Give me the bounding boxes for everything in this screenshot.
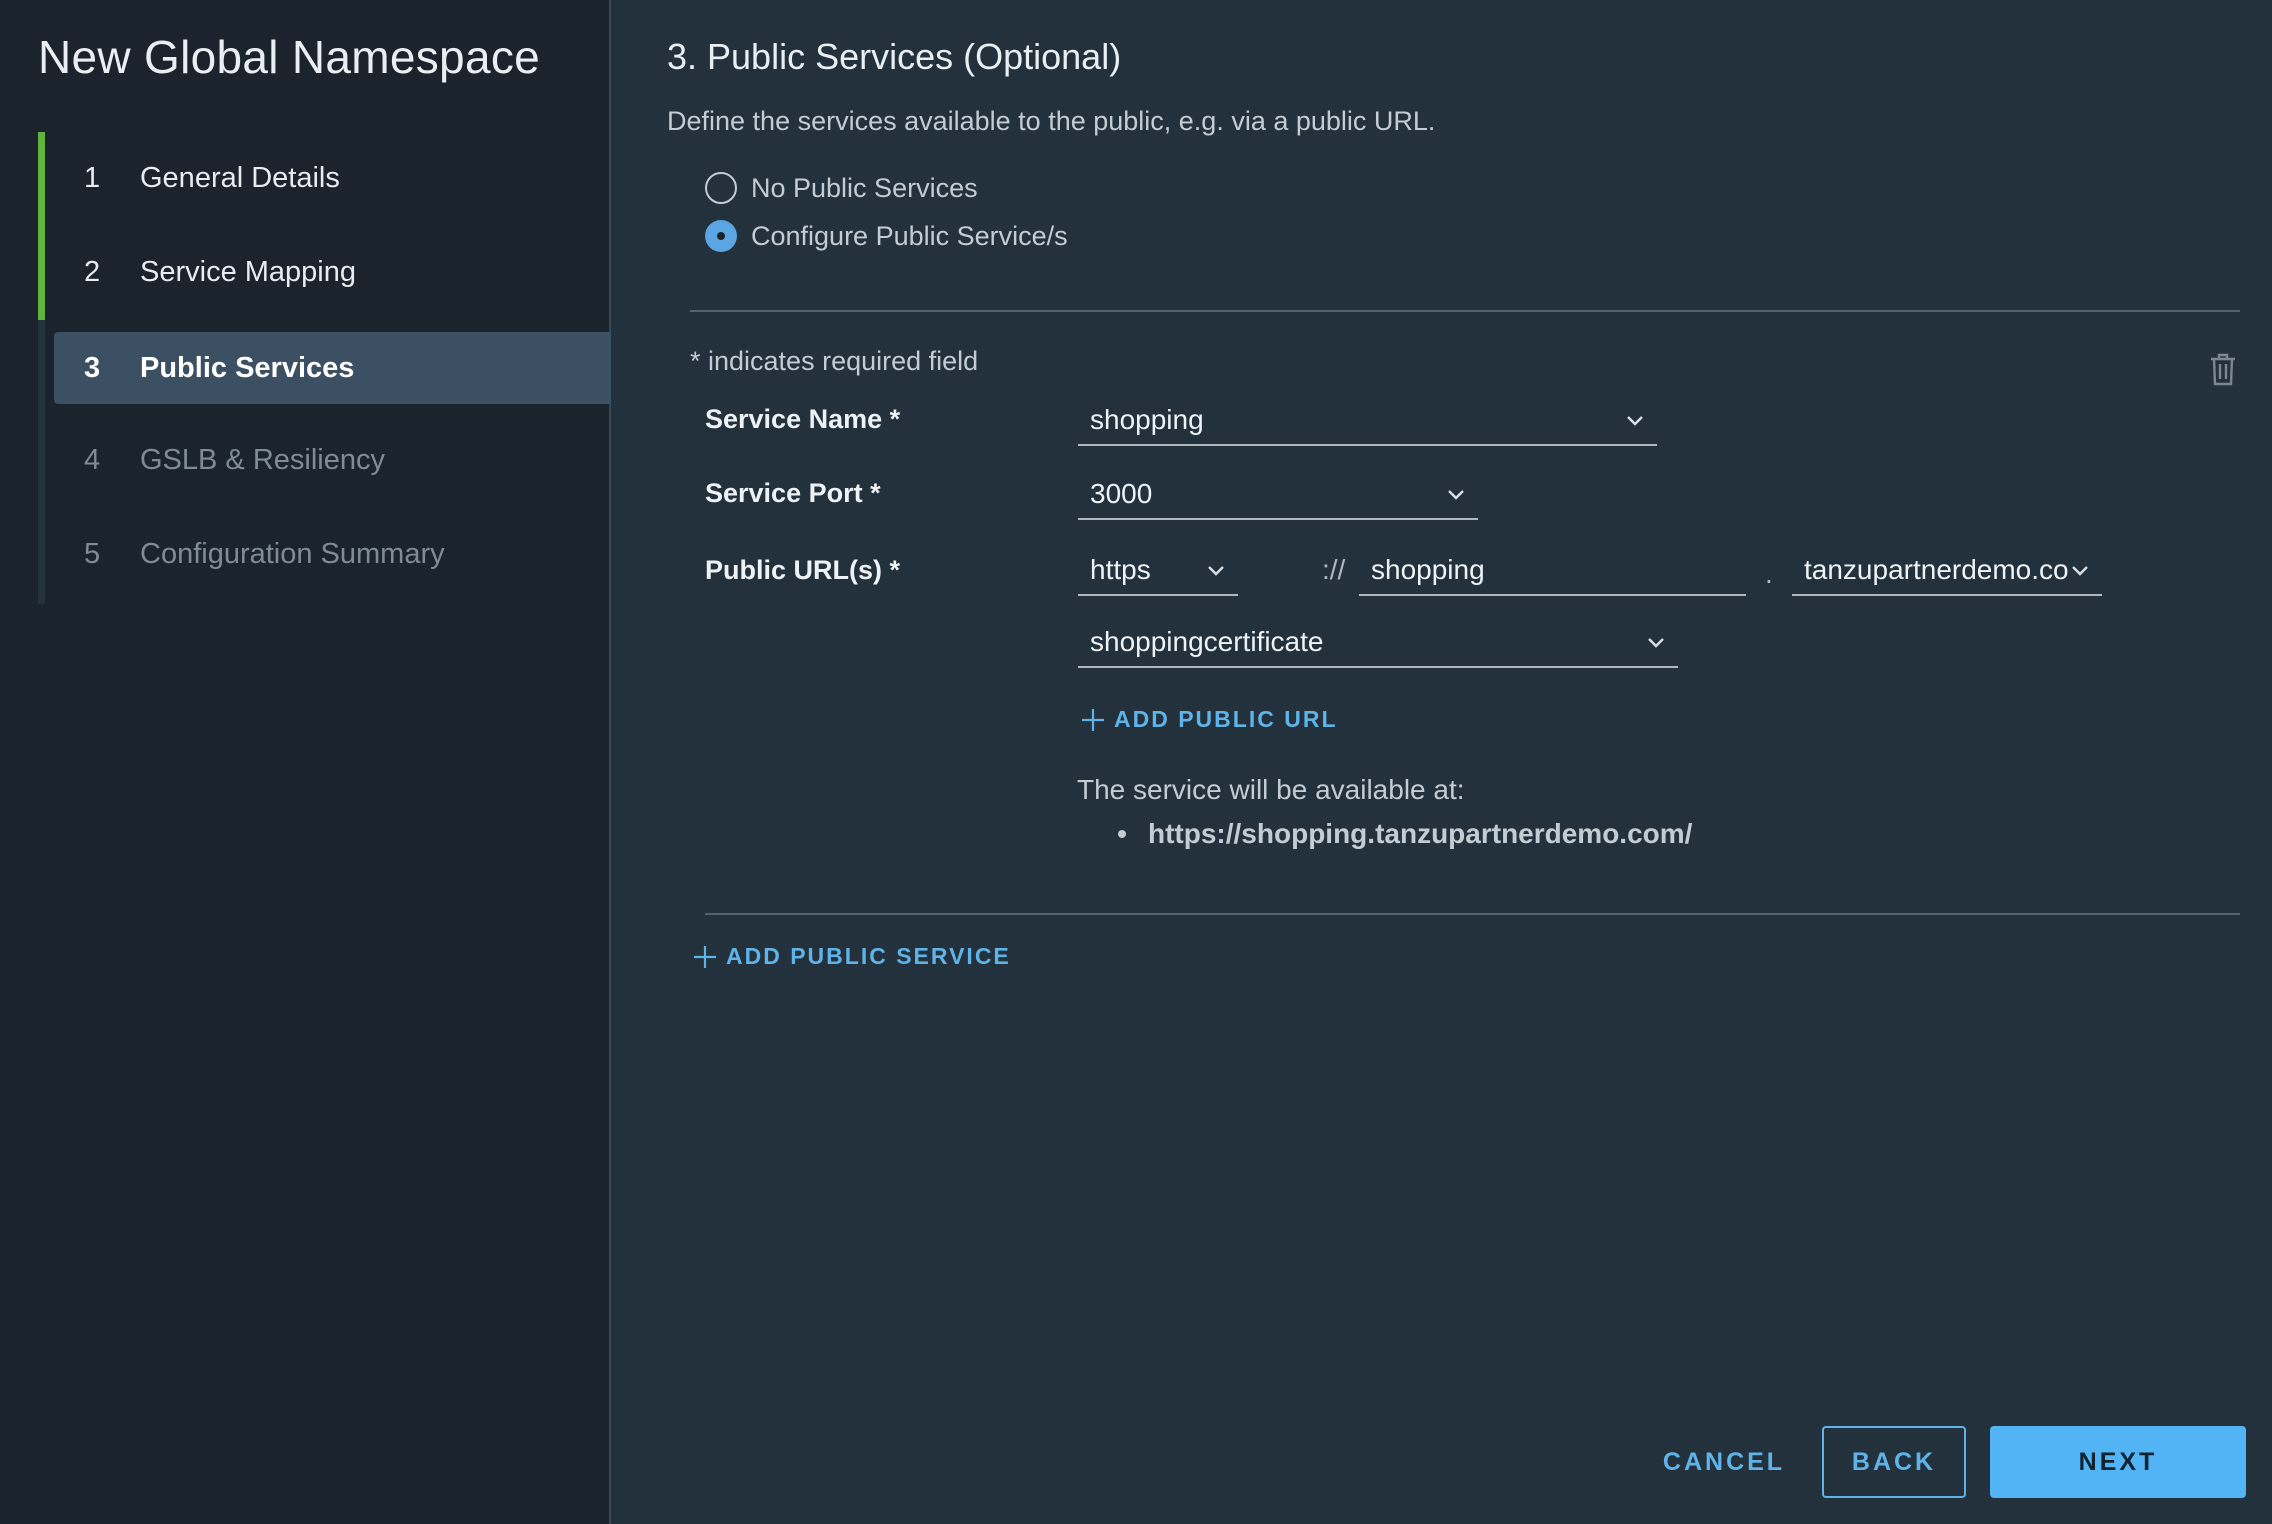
step-label: GSLB & Resiliency — [140, 443, 385, 476]
service-port-select[interactable]: 3000 — [1078, 470, 1478, 520]
page-title: 3. Public Services (Optional) — [667, 36, 1122, 77]
step-service-mapping[interactable]: 2 Service Mapping — [54, 236, 611, 308]
subdomain-input[interactable]: shopping — [1359, 546, 1746, 596]
wizard-title: New Global Namespace — [38, 31, 541, 83]
add-public-url-button[interactable]: ADD PUBLIC URL — [1080, 706, 1338, 733]
chevron-down-icon — [1648, 638, 1664, 648]
radio-no-public-services[interactable]: No Public Services — [705, 172, 978, 204]
available-url-item: https://shopping.tanzupartnerdemo.com/ — [1118, 818, 1692, 850]
certificate-select[interactable]: shoppingcertificate — [1078, 618, 1678, 668]
service-name-label: Service Name * — [705, 404, 901, 434]
wizard-sidebar: New Global Namespace 1 General Details 2… — [0, 0, 611, 1524]
step-progress-completed — [38, 132, 45, 320]
certificate-value: shoppingcertificate — [1090, 626, 1324, 657]
public-url-label: Public URL(s) * — [705, 555, 901, 585]
available-url: https://shopping.tanzupartnerdemo.com/ — [1148, 818, 1693, 849]
protocol-select[interactable]: https — [1078, 546, 1238, 596]
chevron-down-icon — [1208, 566, 1224, 576]
plus-icon — [1082, 708, 1104, 731]
step-configuration-summary: 5 Configuration Summary — [54, 518, 611, 590]
subdomain-value: shopping — [1371, 554, 1485, 585]
add-public-url-label: ADD PUBLIC URL — [1114, 706, 1338, 732]
service-name-select[interactable]: shopping — [1078, 396, 1657, 446]
radio-checked-icon[interactable] — [705, 220, 737, 252]
scheme-separator: :// — [1322, 554, 1346, 585]
step-number: 4 — [84, 443, 101, 476]
chevron-down-icon — [1627, 416, 1643, 426]
domain-select[interactable]: tanzupartnerdemo.com — [1792, 546, 2102, 596]
plus-icon — [694, 945, 716, 968]
back-button[interactable]: BACK — [1822, 1426, 1966, 1498]
step-number: 1 — [84, 161, 101, 194]
next-button[interactable]: NEXT — [1990, 1426, 2246, 1498]
page-description: Define the services available to the pub… — [667, 106, 1436, 136]
step-label: Configuration Summary — [140, 537, 445, 570]
step-number: 2 — [84, 255, 101, 288]
step-general-details[interactable]: 1 General Details — [54, 142, 611, 214]
step-number: 3 — [84, 351, 101, 384]
add-public-service-label: ADD PUBLIC SERVICE — [726, 943, 1011, 969]
radio-configure-public-services[interactable]: Configure Public Service/s — [705, 220, 1068, 252]
dot-separator: . — [1765, 558, 1773, 589]
protocol-value: https — [1090, 554, 1151, 585]
step-public-services[interactable]: 3 Public Services — [54, 332, 611, 404]
chevron-down-icon — [1448, 490, 1464, 500]
step-label: Service Mapping — [140, 255, 356, 288]
availability-label: The service will be available at: — [1077, 774, 1465, 805]
radio-label: Configure Public Service/s — [751, 220, 1068, 251]
step-gslb-resiliency: 4 GSLB & Resiliency — [54, 424, 611, 496]
section-divider — [705, 913, 2240, 915]
trash-icon[interactable] — [2208, 352, 2238, 386]
chevron-down-icon — [2072, 566, 2088, 576]
required-field-note: * indicates required field — [690, 346, 979, 376]
cancel-button[interactable]: CANCEL — [1650, 1426, 1798, 1498]
bullet-icon — [1118, 830, 1126, 838]
step-number: 5 — [84, 537, 101, 570]
step-label: Public Services — [140, 351, 355, 384]
domain-value: tanzupartnerdemo.com — [1804, 554, 2068, 585]
service-port-value: 3000 — [1090, 478, 1153, 509]
step-label: General Details — [140, 161, 340, 194]
radio-unchecked-icon[interactable] — [705, 172, 737, 204]
section-divider — [690, 310, 2240, 312]
add-public-service-button[interactable]: ADD PUBLIC SERVICE — [692, 943, 1011, 970]
service-port-label: Service Port * — [705, 478, 881, 508]
radio-label: No Public Services — [751, 172, 978, 203]
service-name-value: shopping — [1090, 404, 1204, 435]
